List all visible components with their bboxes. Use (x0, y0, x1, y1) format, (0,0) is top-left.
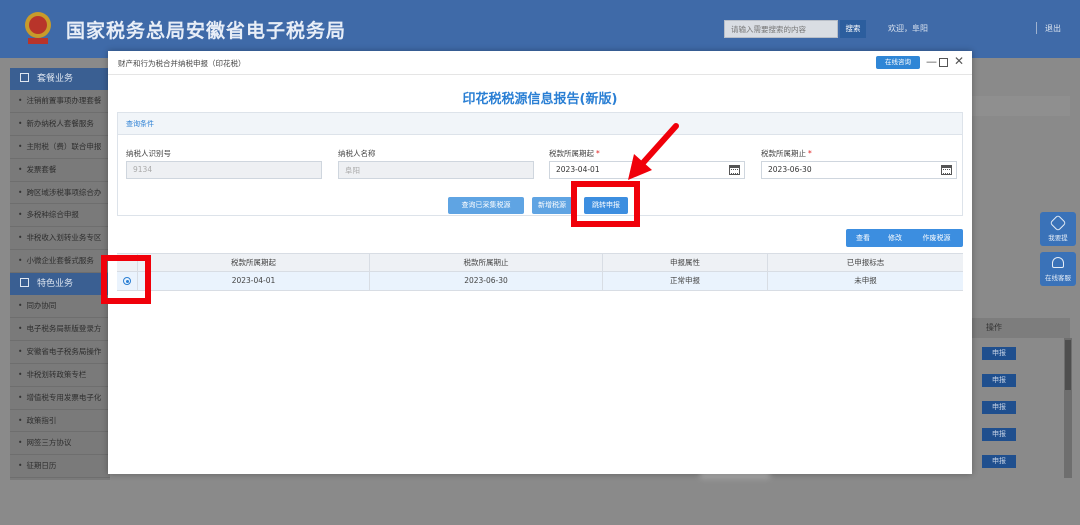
column-header: 税款所属期起 (138, 254, 370, 271)
table-cell: 2023-04-01 (138, 272, 370, 290)
table-header: 税款所属期起 税款所属期止 申报属性 已申报标志 (117, 253, 963, 272)
background-declare-button[interactable]: 申报 (982, 428, 1016, 441)
national-emblem-icon (25, 12, 51, 44)
calendar-icon[interactable] (941, 165, 952, 175)
column-header: 税款所属期止 (370, 254, 603, 271)
report-title: 印花税税源信息报告(新版) (462, 92, 618, 107)
sidebar-item[interactable]: 主附税（费）联合申报 (10, 136, 110, 159)
sidebar: 套餐业务 注销前置事项办理套餐 新办纳税人套餐服务 主附税（费）联合申报 发票套… (10, 68, 110, 480)
modal-title: 财产和行为税合并纳税申报（印花税） (118, 59, 246, 68)
modify-button[interactable]: 修改 (880, 229, 910, 247)
sidebar-item[interactable]: 多税种综合申报 (10, 204, 110, 228)
sidebar-item[interactable]: 网签三方协议 (10, 432, 110, 456)
query-panel: 查询条件 纳税人识别号 9134 纳税人名称 阜阳 税款所属期起 * 2023-0… (117, 112, 963, 216)
sidebar-item[interactable]: 小微企业套餐式服务 (10, 250, 110, 274)
background-declare-button[interactable]: 申报 (982, 347, 1016, 360)
sidebar-item[interactable]: 跨区域涉税事项综合办 (10, 182, 110, 205)
modal-titlebar: 财产和行为税合并纳税申报（印花税） 在线咨询 — ✕ (108, 51, 972, 75)
sidebar-item[interactable]: 安徽省电子税务局操作 (10, 341, 110, 364)
period-end-label: 税款所属期止 * (761, 148, 812, 159)
sidebar-item[interactable]: 征期日历 (10, 455, 110, 479)
add-tax-source-button[interactable]: 新增税源 (532, 197, 572, 214)
query-section-header: 查询条件 (118, 113, 962, 135)
background-declare-button[interactable]: 申报 (982, 401, 1016, 414)
table-row[interactable]: 2023-04-01 2023-06-30 正常申报 未申报 (117, 272, 963, 291)
taxpayer-name-label-text: 纳税人名称 (338, 149, 376, 158)
calendar-icon[interactable] (729, 165, 740, 175)
view-button[interactable]: 查看 (846, 229, 880, 247)
sidebar-item[interactable]: 非税划转政策专栏 (10, 364, 110, 387)
tax-source-table: 税款所属期起 税款所属期止 申报属性 已申报标志 2023-04-01 2023… (117, 253, 963, 291)
taxpayer-id-label: 纳税人识别号 (126, 148, 171, 159)
sidebar-item[interactable]: 发票套餐 (10, 159, 110, 182)
background-ops-header: 操作 (970, 318, 1070, 338)
row-action-group: 查看 修改 作废税源 (846, 229, 963, 247)
sidebar-item[interactable]: 电子税务局新版登录方 (10, 318, 110, 341)
required-asterisk: * (808, 149, 812, 158)
feedback-label: 我要提 (1048, 234, 1068, 242)
search-input[interactable]: 请输入需要搜索的内容 (724, 20, 838, 38)
taxpayer-name-field: 阜阳 (338, 161, 534, 179)
search-button[interactable]: 搜索 (840, 20, 866, 38)
sidebar-item[interactable]: 注销前置事项办理套餐 (10, 90, 110, 113)
header-divider (1036, 22, 1037, 34)
column-header: 申报属性 (603, 254, 768, 271)
highlight-row-radio (101, 255, 151, 304)
online-consult-button[interactable]: 在线咨询 (876, 56, 920, 69)
period-end-field[interactable]: 2023-06-30 (761, 161, 957, 179)
background-scrollbar-thumb[interactable] (1065, 340, 1071, 390)
taxpayer-name-label: 纳税人名称 (338, 148, 376, 159)
welcome-text: 欢迎，阜阳 (888, 24, 928, 33)
declaration-modal: 财产和行为税合并纳税申报（印花税） 在线咨询 — ✕ 印花税税源信息报告(新版)… (108, 51, 972, 474)
online-service-float-button[interactable]: 在线客服 (1040, 252, 1076, 286)
sidebar-item[interactable]: 新办纳税人套餐服务 (10, 113, 110, 136)
period-start-label: 税款所属期起 * (549, 148, 600, 159)
period-end-label-text: 税款所属期止 (761, 149, 806, 158)
period-end-value: 2023-06-30 (768, 165, 812, 174)
red-arrow-icon (628, 123, 679, 180)
online-service-label: 在线客服 (1045, 274, 1071, 282)
maximize-icon[interactable] (939, 58, 948, 67)
package-icon (20, 73, 29, 82)
minimize-icon[interactable]: — (926, 56, 937, 68)
void-source-button[interactable]: 作废税源 (910, 229, 963, 247)
table-cell: 2023-06-30 (370, 272, 603, 290)
sidebar-item[interactable]: 政策指引 (10, 410, 110, 433)
top-header: 国家税务总局安徽省电子税务局 请输入需要搜索的内容 搜索 欢迎，阜阳 退出 (0, 0, 1080, 58)
background-panel (970, 96, 1070, 116)
table-cell: 正常申报 (603, 272, 768, 290)
taxpayer-id-field: 9134 (126, 161, 322, 179)
feedback-float-button[interactable]: 我要提 (1040, 212, 1076, 246)
grid-icon (20, 278, 29, 288)
sidebar-group-label: 特色业务 (37, 279, 74, 290)
sidebar-item[interactable]: 非税收入划转业务专区 (10, 227, 110, 251)
headset-icon (1052, 257, 1064, 268)
required-asterisk: * (596, 149, 600, 158)
column-header: 已申报标志 (846, 258, 885, 267)
sidebar-group-label: 套餐业务 (37, 74, 74, 84)
diamond-icon (1049, 214, 1067, 232)
logout-link[interactable]: 退出 (1045, 23, 1061, 34)
sidebar-group-featured[interactable]: 特色业务 (10, 273, 110, 296)
sidebar-item[interactable]: 同办协同 (10, 295, 110, 319)
background-declare-button[interactable]: 申报 (982, 374, 1016, 387)
close-icon[interactable]: ✕ (954, 54, 964, 68)
highlight-jump-declare (571, 181, 640, 227)
period-start-label-text: 税款所属期起 (549, 149, 594, 158)
query-collected-sources-button[interactable]: 查询已采集税源 (448, 197, 524, 214)
table-cell: 未申报 (854, 276, 877, 285)
sidebar-item[interactable]: 增值税专用发票电子化 (10, 387, 110, 410)
sidebar-group-packages[interactable]: 套餐业务 (10, 68, 110, 90)
background-declare-button[interactable]: 申报 (982, 455, 1016, 468)
taxpayer-id-label-text: 纳税人识别号 (126, 149, 171, 158)
site-title: 国家税务总局安徽省电子税务局 (66, 20, 347, 42)
period-start-value: 2023-04-01 (556, 165, 600, 174)
